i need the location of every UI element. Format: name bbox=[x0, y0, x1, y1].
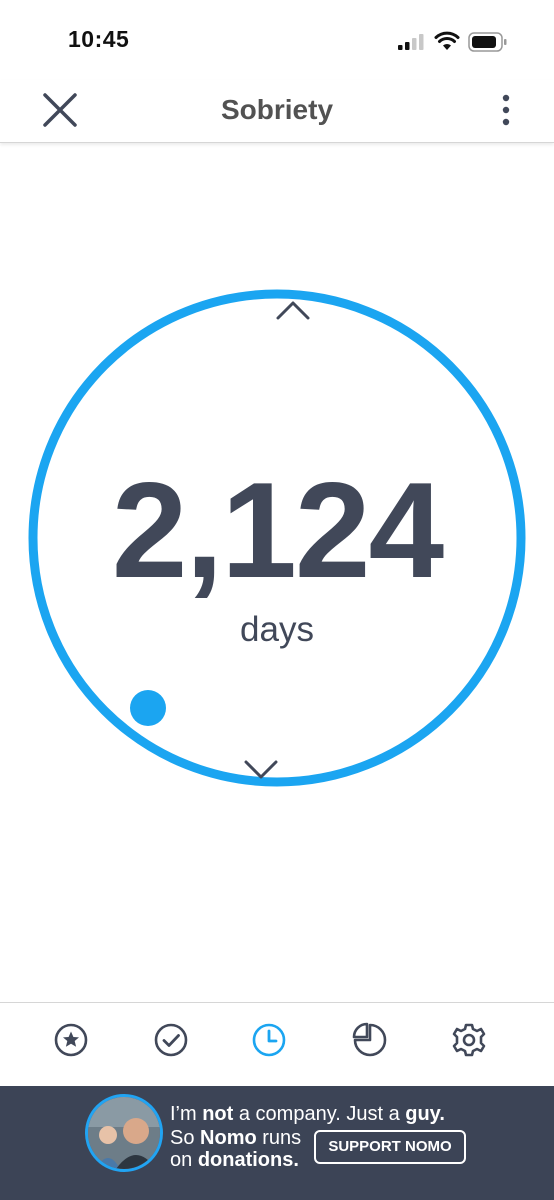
decrement-chevron-down-icon[interactable] bbox=[238, 750, 284, 786]
tab-star-icon[interactable] bbox=[53, 1021, 89, 1059]
increment-chevron-up-icon[interactable] bbox=[270, 290, 316, 330]
donation-banner[interactable]: I’m not a company. Just a guy. So Nomo r… bbox=[0, 1086, 554, 1200]
sobriety-day-count: 2,124 bbox=[111, 454, 444, 606]
avatar bbox=[85, 1094, 163, 1172]
support-nomo-button[interactable]: SUPPORT NOMO bbox=[314, 1130, 466, 1164]
tab-bar bbox=[0, 1002, 554, 1087]
banner-line-1: I’m not a company. Just a guy. bbox=[170, 1103, 445, 1125]
tab-pie-chart-icon[interactable] bbox=[352, 1021, 388, 1059]
tab-clock-icon[interactable] bbox=[251, 1021, 287, 1059]
ring-progress-handle[interactable] bbox=[130, 690, 166, 726]
banner-line-3: on donations. bbox=[170, 1149, 299, 1171]
count-unit-label: days bbox=[240, 610, 314, 649]
banner-line-2: So Nomo runs bbox=[170, 1127, 302, 1149]
tab-check-icon[interactable] bbox=[153, 1021, 189, 1059]
tab-gear-icon[interactable] bbox=[451, 1021, 487, 1059]
